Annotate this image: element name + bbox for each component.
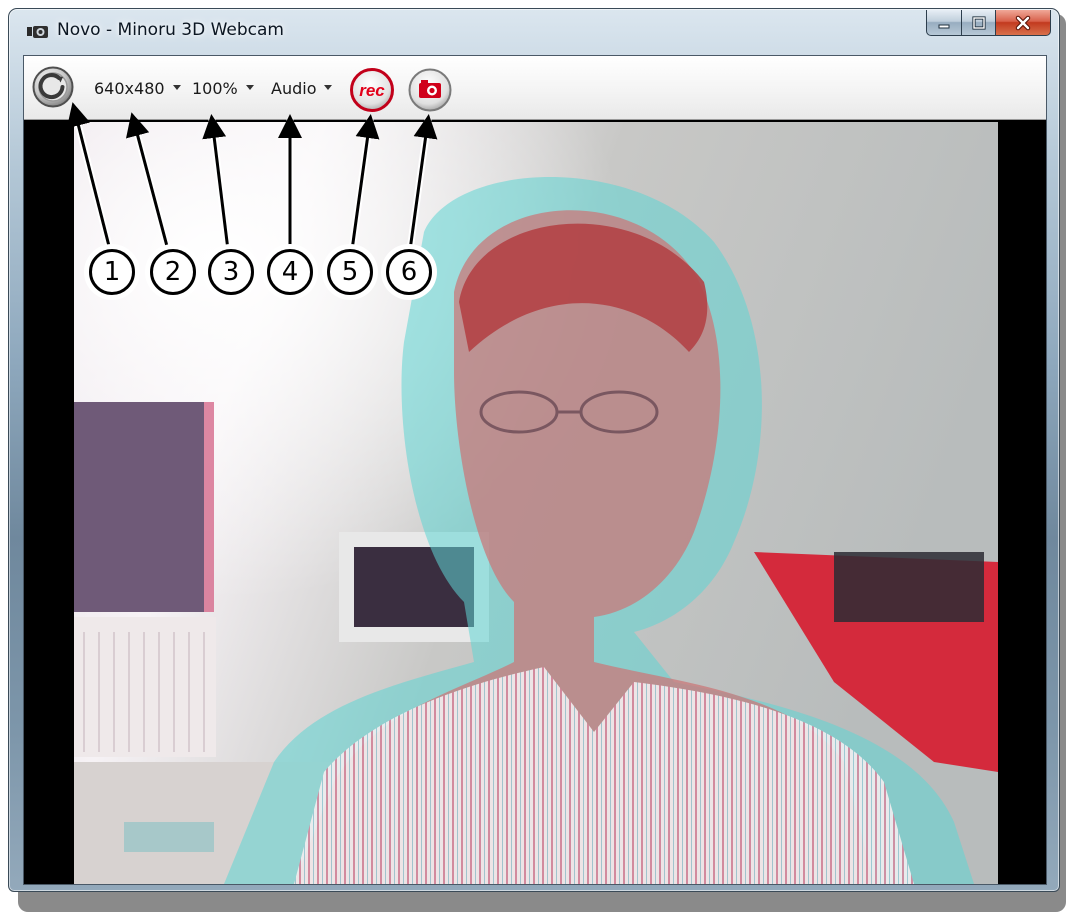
maximize-button[interactable]	[961, 10, 995, 36]
title-bar[interactable]: Novo - Minoru 3D Webcam	[9, 9, 1059, 53]
webcam-toolbar: 640x480 100% Audio rec	[24, 56, 1046, 120]
resolution-value: 640x480	[94, 78, 165, 98]
power-button[interactable]	[32, 66, 74, 108]
callout-3: 3	[208, 249, 254, 295]
record-button[interactable]: rec	[350, 68, 394, 112]
audio-dropdown[interactable]: Audio	[271, 76, 333, 100]
zoom-value: 100%	[192, 78, 238, 98]
resolution-dropdown[interactable]: 640x480	[94, 76, 181, 100]
callout-5: 5	[327, 249, 373, 295]
close-icon	[1015, 15, 1031, 30]
snapshot-button[interactable]	[408, 68, 452, 112]
close-button[interactable]	[995, 10, 1051, 36]
callout-2: 2	[150, 249, 196, 295]
window-controls	[926, 10, 1051, 36]
callout-6: 6	[386, 249, 432, 295]
app-window: Novo - Minoru 3D Webcam 640x480 100% Aud…	[8, 8, 1060, 892]
minimize-icon	[938, 24, 950, 28]
chevron-down-icon	[172, 85, 181, 90]
callout-1: 1	[89, 249, 135, 295]
chevron-down-icon	[324, 85, 333, 90]
maximize-icon	[971, 15, 986, 30]
record-icon: rec	[359, 81, 385, 100]
minimize-button[interactable]	[926, 10, 961, 36]
chevron-down-icon	[245, 85, 254, 90]
client-area: 640x480 100% Audio rec	[23, 55, 1047, 885]
video-feed	[74, 122, 998, 884]
callout-4: 4	[267, 249, 313, 295]
window-title: Novo - Minoru 3D Webcam	[57, 20, 284, 40]
zoom-dropdown[interactable]: 100%	[192, 76, 254, 100]
audio-label: Audio	[271, 78, 317, 98]
webcam-title-icon	[27, 26, 48, 38]
